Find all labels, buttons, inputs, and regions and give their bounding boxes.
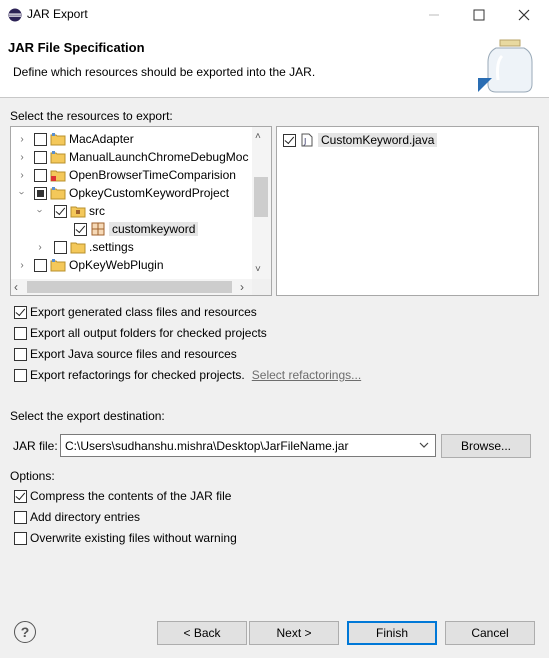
chevron-down-icon[interactable]: › xyxy=(34,205,46,217)
option-export-refactorings[interactable]: Export refactorings for checked projects… xyxy=(14,368,361,382)
window-title: JAR Export xyxy=(27,7,88,21)
jar-file-value: C:\Users\sudhanshu.mishra\Desktop\JarFil… xyxy=(65,438,349,453)
option-compress[interactable]: Compress the contents of the JAR file xyxy=(14,489,231,503)
source-folder-icon xyxy=(70,203,86,219)
page-title: JAR File Specification xyxy=(8,40,145,55)
chevron-right-icon[interactable]: › xyxy=(34,241,46,253)
close-icon xyxy=(518,9,530,21)
jar-banner-icon xyxy=(478,39,533,93)
checkbox[interactable] xyxy=(283,133,296,147)
maximize-button[interactable] xyxy=(456,0,502,30)
project-folder-icon xyxy=(50,131,66,147)
chevron-down-icon[interactable]: › xyxy=(16,187,28,199)
select-refactorings-link[interactable]: Select refactorings... xyxy=(252,368,361,382)
checkbox[interactable] xyxy=(74,222,87,236)
chevron-right-icon[interactable]: › xyxy=(16,133,28,145)
chevron-right-icon[interactable]: › xyxy=(16,151,28,163)
checkbox[interactable] xyxy=(14,531,27,545)
scroll-up-icon[interactable]: ˄ xyxy=(255,131,261,142)
tree-item-macadapter[interactable]: › MacAdapter xyxy=(16,130,133,148)
tree-item-settings[interactable]: › .settings xyxy=(34,238,133,256)
file-list[interactable] xyxy=(276,126,539,296)
option-overwrite[interactable]: Overwrite existing files without warning xyxy=(14,531,237,545)
scroll-right-icon[interactable]: › xyxy=(240,280,244,294)
project-folder-icon xyxy=(50,185,66,201)
horizontal-scroll-thumb[interactable] xyxy=(27,281,232,293)
tree-item-manuallaunch[interactable]: › ManualLaunchChromeDebugMoc xyxy=(16,148,248,166)
project-folder-icon xyxy=(50,149,66,165)
checkbox[interactable] xyxy=(14,305,27,319)
close-button[interactable] xyxy=(501,0,547,30)
checkbox[interactable] xyxy=(34,168,47,182)
checkbox[interactable] xyxy=(14,489,27,503)
jar-file-label: JAR file: xyxy=(13,439,58,453)
maximize-icon xyxy=(473,9,485,21)
checkbox[interactable] xyxy=(54,204,67,218)
destination-label: Select the export destination: xyxy=(10,409,165,423)
chevron-right-icon[interactable]: › xyxy=(16,169,28,181)
eclipse-icon xyxy=(8,8,22,22)
resources-label: Select the resources to export: xyxy=(10,109,173,123)
back-button[interactable]: < Back xyxy=(157,621,247,645)
option-export-java-source[interactable]: Export Java source files and resources xyxy=(14,347,237,361)
checkbox[interactable] xyxy=(14,326,27,340)
scroll-left-icon[interactable]: ‹ xyxy=(14,280,18,294)
checkbox[interactable] xyxy=(14,347,27,361)
checkbox[interactable] xyxy=(34,186,47,200)
option-export-class-files[interactable]: Export generated class files and resourc… xyxy=(14,305,257,319)
jar-file-combo[interactable]: C:\Users\sudhanshu.mishra\Desktop\JarFil… xyxy=(60,434,436,457)
checkbox[interactable] xyxy=(14,368,27,382)
minimize-button[interactable] xyxy=(411,0,457,30)
project-folder-error-icon xyxy=(50,167,66,183)
checkbox[interactable] xyxy=(54,240,67,254)
page-description: Define which resources should be exporte… xyxy=(13,65,316,79)
checkbox[interactable] xyxy=(14,510,27,524)
browse-button[interactable]: Browse... xyxy=(441,434,531,458)
folder-icon xyxy=(70,239,86,255)
chevron-down-icon[interactable] xyxy=(417,438,431,452)
java-file-icon: J xyxy=(299,132,315,148)
tree-item-src[interactable]: › src xyxy=(34,202,106,220)
checkbox[interactable] xyxy=(34,132,47,146)
tree-item-customkeyword[interactable]: customkeyword xyxy=(74,220,199,238)
finish-button[interactable]: Finish xyxy=(347,621,437,645)
package-icon xyxy=(90,221,106,237)
option-directory-entries[interactable]: Add directory entries xyxy=(14,510,140,524)
cancel-button[interactable]: Cancel xyxy=(445,621,535,645)
file-item-customkeyword-java[interactable]: J CustomKeyword.java xyxy=(283,131,438,149)
tree-item-opkeycustom[interactable]: › OpkeyCustomKeywordProject xyxy=(16,184,230,202)
chevron-right-icon[interactable]: › xyxy=(16,259,28,271)
project-folder-icon xyxy=(50,257,66,273)
vertical-scroll-thumb[interactable] xyxy=(254,177,268,217)
tree-item-openbrowser[interactable]: › OpenBrowserTimeComparision xyxy=(16,166,236,184)
checkbox[interactable] xyxy=(34,150,47,164)
options-label: Options: xyxy=(10,469,55,483)
minimize-icon xyxy=(429,14,439,16)
help-icon[interactable]: ? xyxy=(14,621,36,643)
scroll-corner xyxy=(252,279,271,295)
scroll-down-icon[interactable]: ˅ xyxy=(255,264,261,275)
next-button[interactable]: Next > xyxy=(249,621,339,645)
tree-item-opkeywebplugin[interactable]: › OpKeyWebPlugin xyxy=(16,256,163,274)
option-export-output-folders[interactable]: Export all output folders for checked pr… xyxy=(14,326,267,340)
checkbox[interactable] xyxy=(34,258,47,272)
svg-text:J: J xyxy=(303,137,306,146)
